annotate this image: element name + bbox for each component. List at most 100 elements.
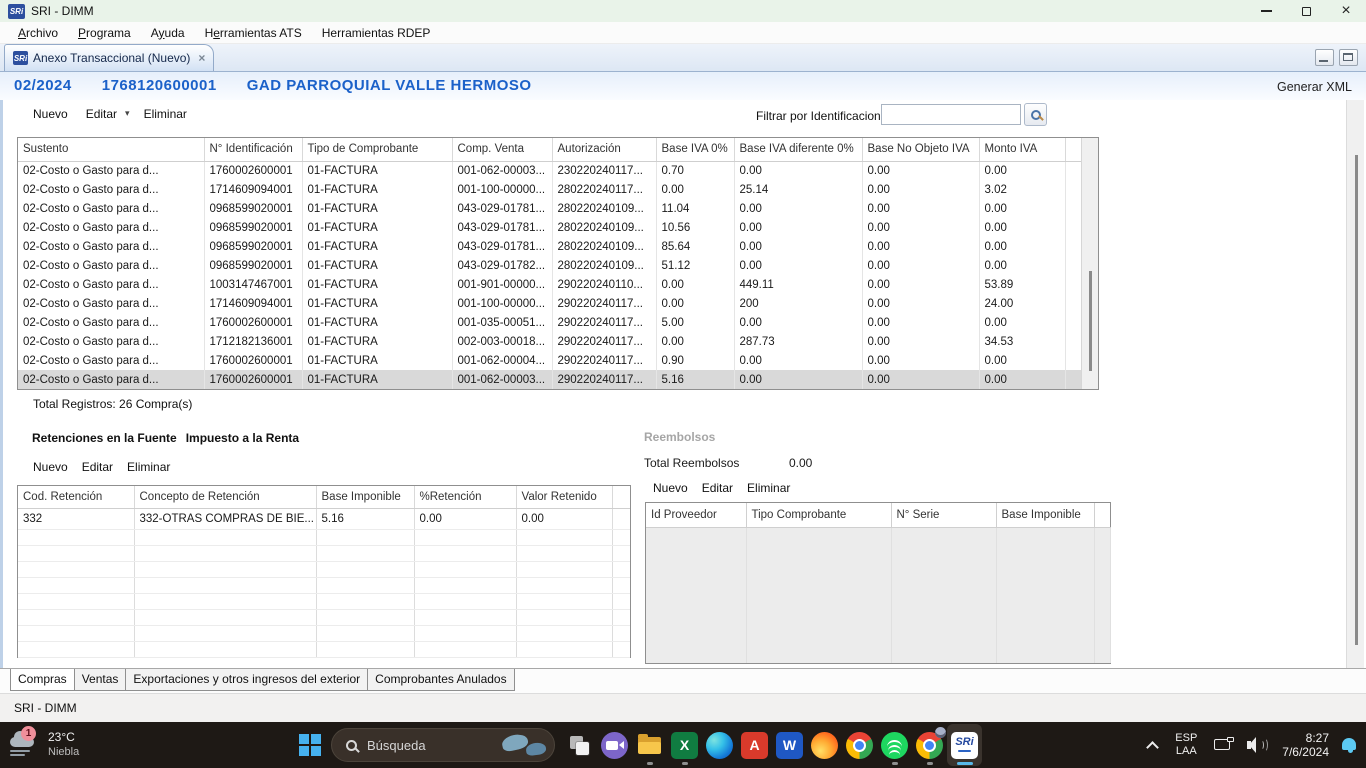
col-monto-iva[interactable]: Monto IVA (979, 138, 1065, 161)
video-app-icon[interactable] (597, 724, 632, 766)
minimize-view-button[interactable] (1315, 49, 1334, 66)
compras-row[interactable]: 02-Costo o Gasto para d...09685990200010… (18, 199, 1082, 218)
editar-dropdown-icon[interactable]: ▾ (125, 108, 130, 119)
taskbar-search[interactable]: Búsqueda (331, 728, 555, 762)
compras-row[interactable]: 02-Costo o Gasto para d...10031474670010… (18, 275, 1082, 294)
compras-editar-button[interactable]: Editar (86, 107, 117, 121)
compras-row[interactable]: 02-Costo o Gasto para d...17121821360010… (18, 332, 1082, 351)
compras-row[interactable]: 02-Costo o Gasto para d...09685990200010… (18, 218, 1082, 237)
compras-row[interactable]: 02-Costo o Gasto para d...17600026000010… (18, 370, 1082, 389)
col-cod-retencion[interactable]: Cod. Retención (18, 486, 134, 508)
compras-header-row: Sustento N° Identificación Tipo de Compr… (18, 138, 1082, 161)
compras-row[interactable]: 02-Costo o Gasto para d...17600026000010… (18, 351, 1082, 370)
tab-close-icon[interactable]: × (198, 51, 205, 65)
col-id-proveedor[interactable]: Id Proveedor (646, 503, 746, 527)
network-icon[interactable] (1214, 737, 1234, 753)
chrome-profile-icon[interactable] (912, 724, 947, 766)
pdf-app-icon[interactable]: A (737, 724, 772, 766)
compras-row[interactable]: 02-Costo o Gasto para d...09685990200010… (18, 237, 1082, 256)
spotify-icon[interactable] (877, 724, 912, 766)
col-identificacion[interactable]: N° Identificación (204, 138, 302, 161)
firefox-icon[interactable] (807, 724, 842, 766)
compras-row[interactable]: 02-Costo o Gasto para d...17146090940010… (18, 294, 1082, 313)
language-indicator[interactable]: ESP LAA (1171, 732, 1201, 758)
close-button[interactable]: × (1326, 0, 1366, 22)
search-icon (346, 740, 357, 751)
scrollbar-thumb[interactable] (1089, 271, 1092, 371)
col-tipo-comprobante[interactable]: Tipo de Comprobante (302, 138, 452, 161)
menu-bar: ArchivoProgramaAyudaHerramientas ATSHerr… (0, 22, 1366, 44)
retencion-row[interactable]: 332332-OTRAS COMPRAS DE BIE...5.160.000.… (18, 508, 630, 529)
col-comp-venta[interactable]: Comp. Venta (452, 138, 552, 161)
retenciones-nuevo-button[interactable]: Nuevo (33, 460, 68, 474)
compras-eliminar-button[interactable]: Eliminar (144, 107, 187, 121)
col-base-iva-diferente[interactable]: Base IVA diferente 0% (734, 138, 862, 161)
bottom-tab-comprobantes-anulados[interactable]: Comprobantes Anulados (367, 669, 514, 691)
filter-input[interactable] (881, 104, 1021, 125)
page-scrollbar-thumb[interactable] (1355, 155, 1358, 645)
reembolsos-nuevo-button[interactable]: Nuevo (653, 481, 688, 495)
weather-widget[interactable]: 1 23°C Niebla (8, 727, 79, 761)
col-base-no-objeto[interactable]: Base No Objeto IVA (862, 138, 979, 161)
search-placeholder: Búsqueda (367, 738, 426, 753)
chrome-icon[interactable] (842, 724, 877, 766)
maximize-view-button[interactable] (1339, 49, 1358, 66)
file-explorer-icon[interactable] (632, 724, 667, 766)
retenciones-editar-button[interactable]: Editar (82, 460, 113, 474)
reembolsos-title: Reembolsos (644, 430, 715, 444)
compras-toolbar: Nuevo Editar ▾ Eliminar (33, 107, 205, 121)
bottom-tab-compras[interactable]: Compras (10, 669, 75, 691)
menu-herramientas-rdep[interactable]: Herramientas RDEP (312, 24, 441, 42)
col-concepto[interactable]: Concepto de Retención (134, 486, 316, 508)
menu-herramientas-ats[interactable]: Herramientas ATS (195, 24, 312, 42)
reembolsos-eliminar-button[interactable]: Eliminar (747, 481, 790, 495)
page-scrollbar[interactable] (1346, 100, 1364, 668)
word-icon[interactable]: W (772, 724, 807, 766)
generar-xml-button[interactable]: Generar XML (1277, 80, 1352, 94)
col-sustento[interactable]: Sustento (18, 138, 204, 161)
col-valor-retenido[interactable]: Valor Retenido (516, 486, 612, 508)
sri-app-icon[interactable]: SRi (947, 724, 982, 766)
col-base-iva-0[interactable]: Base IVA 0% (656, 138, 734, 161)
windows-logo-icon (299, 734, 321, 756)
menu-programa[interactable]: Programa (68, 24, 141, 42)
retenciones-eliminar-button[interactable]: Eliminar (127, 460, 170, 474)
stacked-windows-icon[interactable] (562, 724, 597, 766)
time-label: 8:27 (1282, 731, 1329, 745)
compras-table-scrollbar[interactable] (1081, 138, 1098, 389)
restore-icon (1302, 7, 1311, 16)
clock[interactable]: 8:27 7/6/2024 (1282, 731, 1329, 759)
volume-icon[interactable] (1247, 737, 1269, 753)
compras-row[interactable]: 02-Costo o Gasto para d...09685990200010… (18, 256, 1082, 275)
reembolsos-editar-button[interactable]: Editar (702, 481, 733, 495)
col-autorizacion[interactable]: Autorización (552, 138, 656, 161)
compras-row[interactable]: 02-Costo o Gasto para d...17600026000010… (18, 161, 1082, 180)
main-content: Nuevo Editar ▾ Eliminar Filtrar por Iden… (0, 100, 1366, 668)
col-serie[interactable]: N° Serie (891, 503, 996, 527)
notification-bell-icon[interactable] (1342, 738, 1358, 753)
col-base-imponible[interactable]: Base Imponible (996, 503, 1094, 527)
compras-nuevo-button[interactable]: Nuevo (33, 107, 68, 121)
reembolsos-header-row: Id Proveedor Tipo Comprobante N° Serie B… (646, 503, 1110, 527)
tab-anexo-transaccional[interactable]: SRi Anexo Transaccional (Nuevo) × (4, 44, 214, 71)
empty-row (18, 641, 630, 657)
restore-button[interactable] (1286, 0, 1326, 22)
menu-ayuda[interactable]: Ayuda (141, 24, 195, 42)
total-registros-label: Total Registros: 26 Compra(s) (33, 397, 192, 411)
edge-icon[interactable] (702, 724, 737, 766)
menu-archivo[interactable]: Archivo (8, 24, 68, 42)
minimize-button[interactable] (1246, 0, 1286, 22)
col-tipo-comprobante[interactable]: Tipo Comprobante (746, 503, 891, 527)
bottom-tab-ventas[interactable]: Ventas (74, 669, 127, 691)
excel-icon[interactable]: X (667, 724, 702, 766)
start-button[interactable] (293, 728, 327, 762)
col-base-imponible[interactable]: Base Imponible (316, 486, 414, 508)
bottom-tab-exportaciones-y-otros-ingresos-del-exterior[interactable]: Exportaciones y otros ingresos del exter… (125, 669, 368, 691)
col-porc-retencion[interactable]: %Retención (414, 486, 516, 508)
tray-chevron-icon[interactable] (1146, 739, 1158, 751)
bottom-tab-bar: ComprasVentasExportaciones y otros ingre… (0, 668, 1366, 693)
fog-weather-icon: 1 (8, 727, 40, 761)
filter-search-button[interactable] (1024, 103, 1047, 126)
compras-row[interactable]: 02-Costo o Gasto para d...17600026000010… (18, 313, 1082, 332)
compras-row[interactable]: 02-Costo o Gasto para d...17146090940010… (18, 180, 1082, 199)
